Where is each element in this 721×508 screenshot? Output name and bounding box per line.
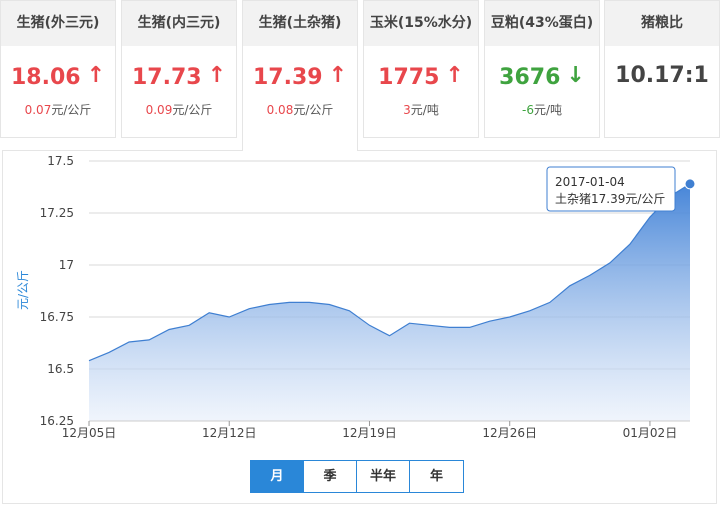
card-pig-tuzazhu[interactable]: 生猪(土杂猪) 17.39 ↑ 0.08元/公斤 <box>242 0 358 151</box>
tooltip: 2017-01-04 土杂猪17.39元/公斤 <box>546 166 676 212</box>
period-halfyear-button[interactable]: 半年 <box>357 461 410 492</box>
area-layer <box>88 178 696 421</box>
y-tick-label: 16.75 <box>40 310 74 324</box>
price-chart: 16.2516.516.751717.2517.512月05日 12月12日 12月… <box>16 154 696 440</box>
x-tick-label: 12月05日 <box>62 426 117 440</box>
arrow-up-icon: ↑ <box>328 63 348 88</box>
y-tick-label: 17.25 <box>40 206 74 220</box>
tooltip-date: 2017-01-04 <box>555 175 625 189</box>
card-title: 生猪(土杂猪) <box>243 1 357 46</box>
period-year-button[interactable]: 年 <box>410 461 463 492</box>
card-change: 0.08元/公斤 <box>266 103 334 117</box>
period-month-button[interactable]: 月 <box>251 461 304 492</box>
y-tick-label: 16.5 <box>47 362 74 376</box>
area-fill <box>89 183 690 421</box>
x-tick-label: 12月12日 <box>202 426 257 440</box>
period-selector: 月 季 半年 年 <box>250 460 464 493</box>
tooltip-label: 土杂猪17.39元/公斤 <box>555 192 665 206</box>
y-tick-label: 17.5 <box>47 154 74 168</box>
y-tick-label: 17 <box>59 258 74 272</box>
y-axis-label: 元/公斤 <box>16 270 30 310</box>
x-tick-label: 12月26日 <box>482 426 537 440</box>
x-tick-label: 12月19日 <box>342 426 397 440</box>
highlight-point[interactable] <box>684 178 696 190</box>
x-tick-label: 01月02日 <box>623 426 678 440</box>
period-quarter-button[interactable]: 季 <box>304 461 357 492</box>
card-price: 17.39 ↑ <box>252 63 348 90</box>
